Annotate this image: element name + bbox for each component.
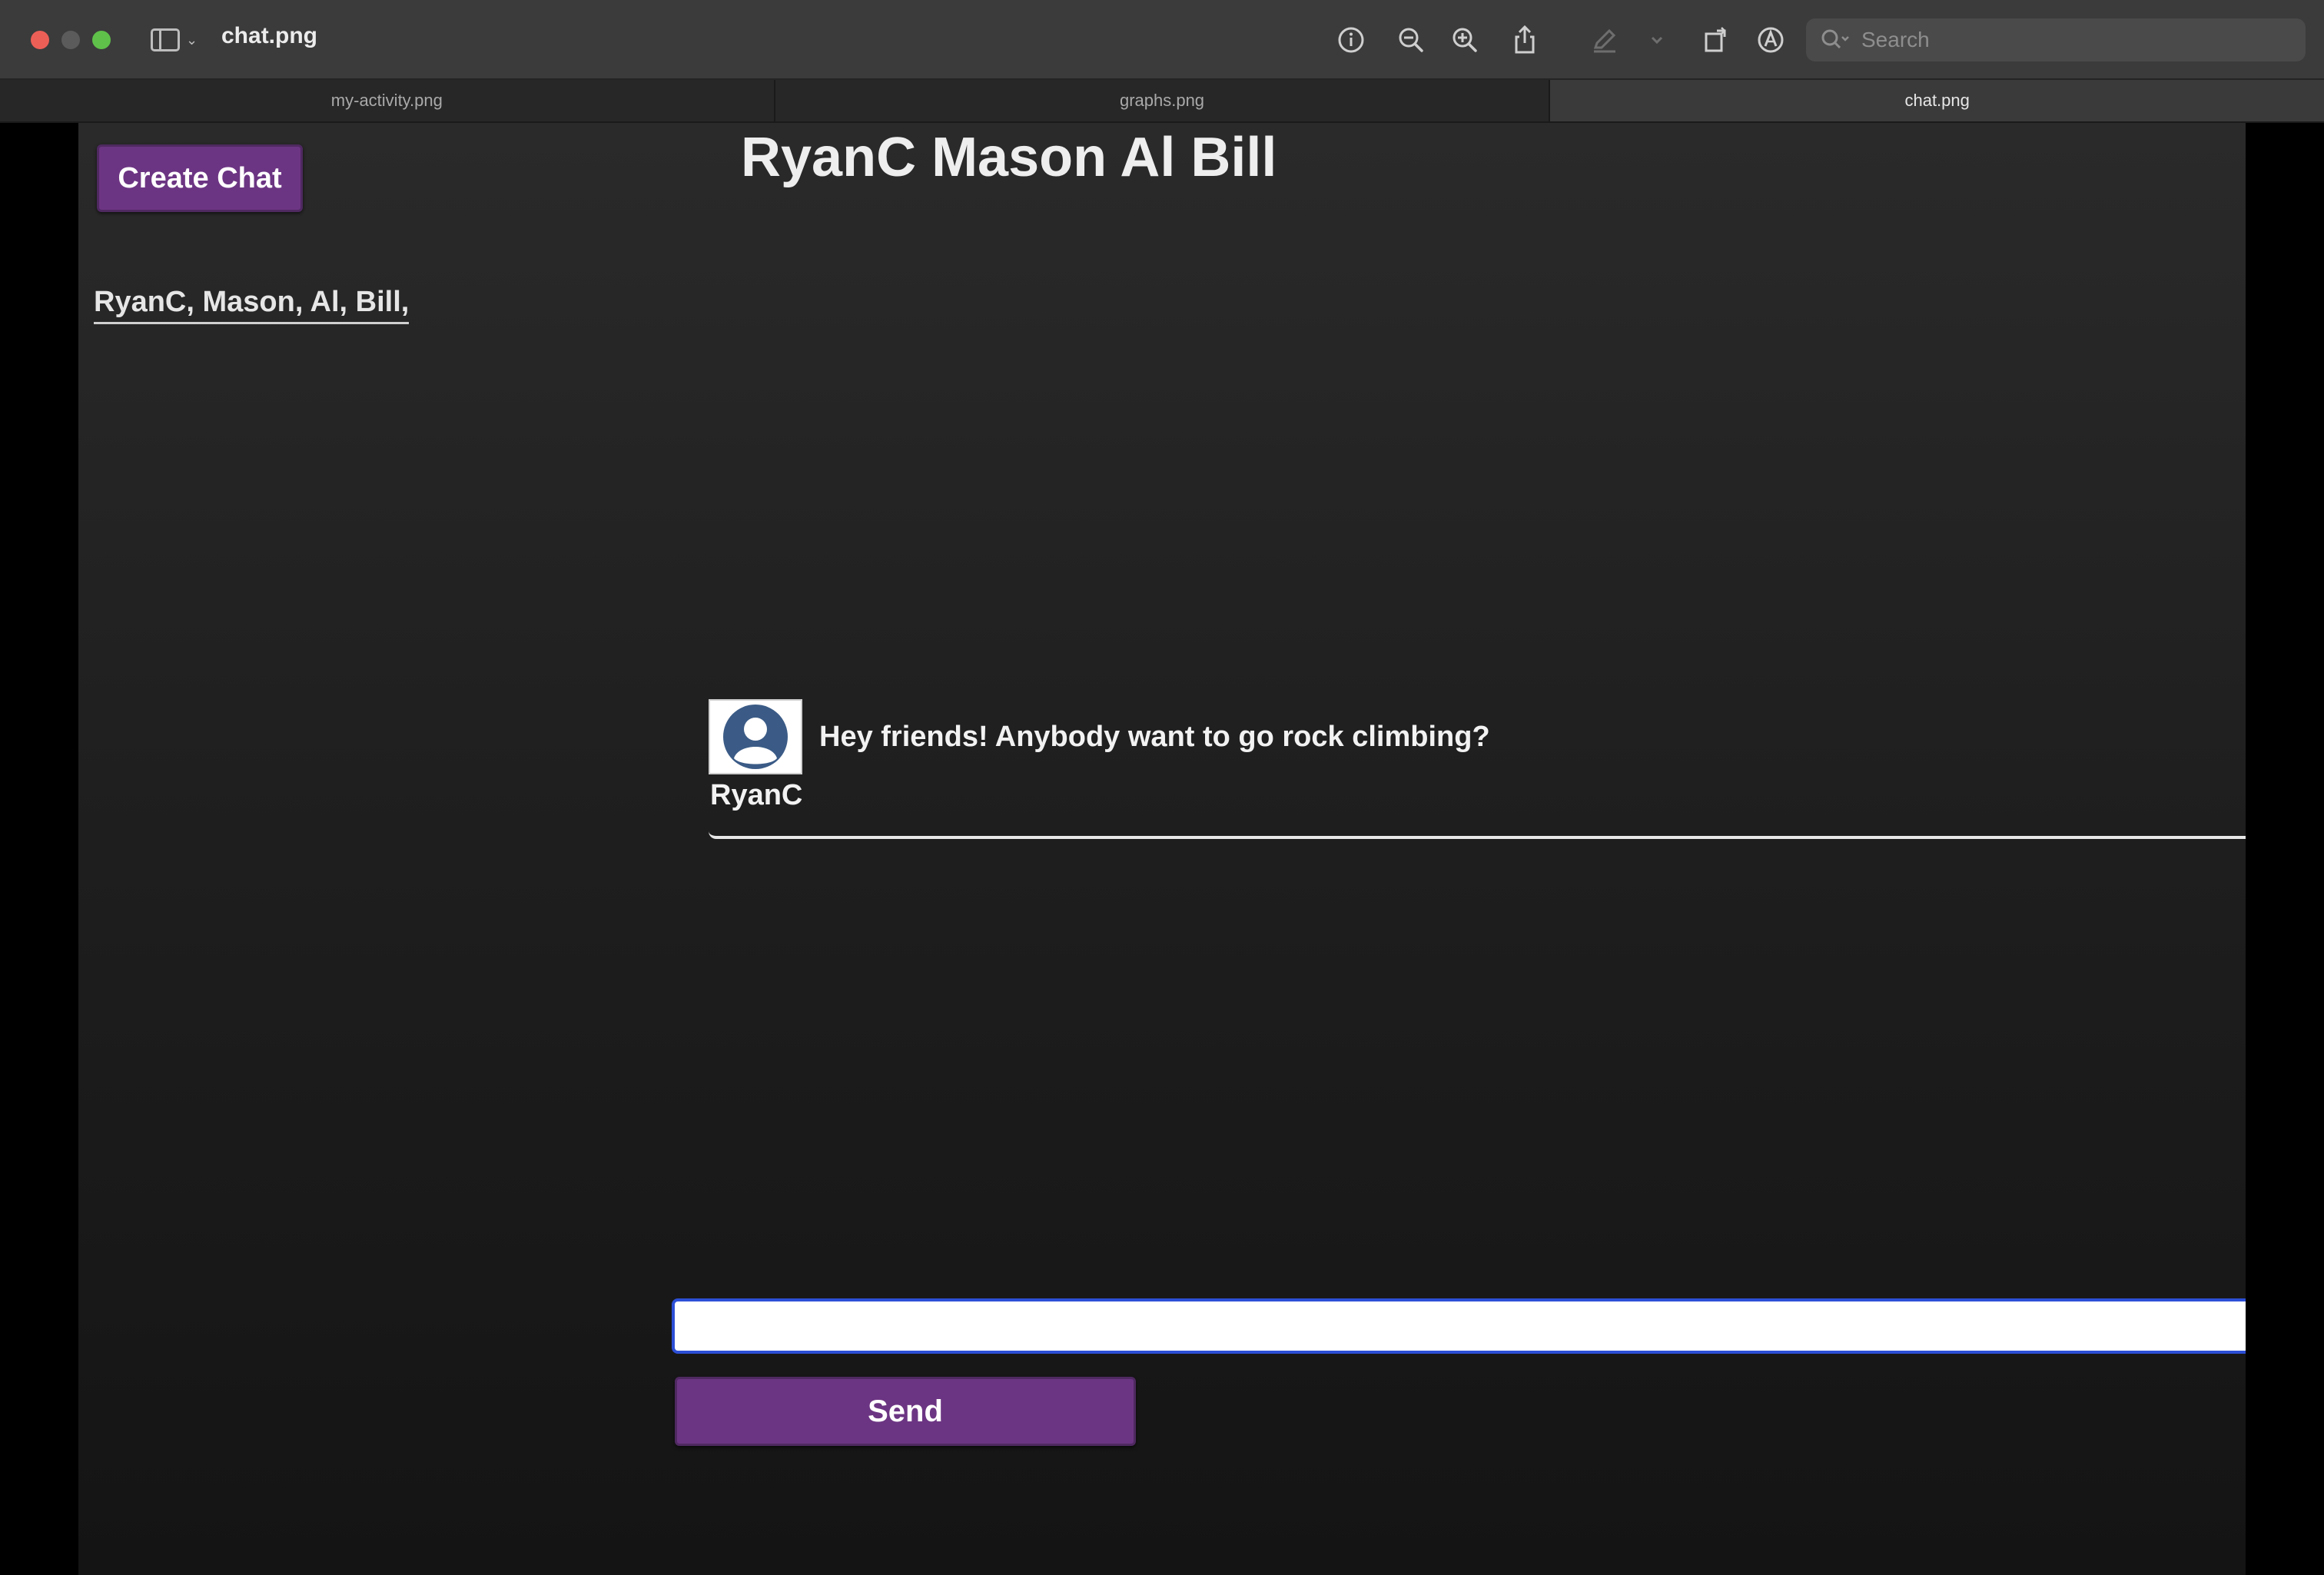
zoom-in-icon (1452, 28, 1477, 52)
chevron-down-icon (1651, 36, 1663, 45)
maximize-window-button[interactable] (92, 31, 111, 49)
close-window-button[interactable] (31, 31, 49, 49)
markup-pen-icon (1593, 28, 1616, 53)
message-author: RyanC (710, 779, 803, 811)
tab-graphs[interactable]: graphs.png (775, 80, 1551, 121)
tab-bar: my-activity.png graphs.png chat.png (0, 80, 2324, 123)
zoom-out-button[interactable] (1394, 23, 1428, 57)
message-text: Hey friends! Anybody want to go rock cli… (819, 721, 1490, 753)
avatar (709, 699, 802, 774)
search-icon (1821, 29, 1849, 49)
chat-message: Hey friends! Anybody want to go rock cli… (709, 699, 2246, 839)
window-titlebar: ⌄ chat.png (0, 0, 2324, 80)
sidebar-icon (151, 28, 180, 51)
create-chat-button[interactable]: Create Chat (97, 144, 303, 212)
annotate-icon (1758, 27, 1784, 53)
sidebar-toggle-button[interactable]: ⌄ (151, 26, 201, 54)
chat-title: RyanC Mason Al Bill (741, 127, 1277, 188)
search-field[interactable] (1806, 18, 2306, 61)
share-button[interactable] (1508, 23, 1542, 57)
chat-app-page: Create Chat RyanC, Mason, Al, Bill, Ryan… (78, 123, 2246, 1575)
markup-menu-button[interactable] (1642, 23, 1672, 57)
chat-list-item[interactable]: RyanC, Mason, Al, Bill, (94, 286, 410, 324)
rotate-icon (1705, 27, 1726, 52)
chevron-down-icon: ⌄ (186, 32, 198, 48)
info-icon (1338, 27, 1364, 53)
user-avatar-icon (723, 705, 788, 769)
window-title: chat.png (221, 23, 317, 48)
annotate-button[interactable] (1754, 23, 1788, 57)
info-button[interactable] (1334, 23, 1368, 57)
search-input[interactable] (1861, 28, 2261, 52)
tab-my-activity[interactable]: my-activity.png (0, 80, 775, 121)
minimize-window-button[interactable] (61, 31, 80, 49)
zoom-in-button[interactable] (1448, 23, 1482, 57)
message-input[interactable] (672, 1298, 2246, 1354)
zoom-out-icon (1399, 28, 1423, 52)
rotate-button[interactable] (1698, 23, 1732, 57)
markup-pen-button[interactable] (1588, 23, 1622, 57)
send-button[interactable]: Send (675, 1377, 1136, 1446)
tab-chat[interactable]: chat.png (1550, 80, 2324, 121)
share-icon (1515, 25, 1535, 54)
